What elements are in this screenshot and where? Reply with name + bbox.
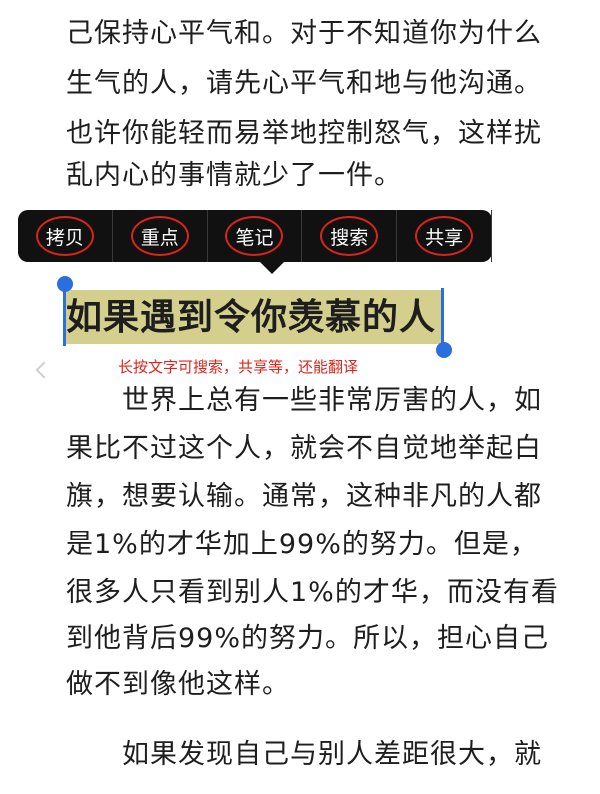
text-line: 生气的人，请先心平气和地与他沟通。 — [66, 68, 542, 99]
selected-heading[interactable]: 如果遇到令你羡慕的人 — [66, 296, 436, 340]
text-line: 己保持心平气和。对于不知道你为什么 — [66, 18, 542, 49]
copy-label: 拷贝 — [45, 226, 84, 249]
share-button[interactable]: 共享 — [397, 210, 492, 262]
share-label: 共享 — [425, 226, 464, 249]
text-line: 很多人只看到别人1%的才华，而没有看 — [66, 577, 559, 608]
search-label: 搜索 — [330, 226, 369, 249]
selection-end-bar — [441, 288, 444, 348]
menu-pointer — [260, 262, 284, 274]
text-line: 也许你能轻而易举地控制怒气，这样扰 — [66, 118, 542, 149]
hint-annotation: 长按文字可搜索，共享等，还能翻译 — [118, 358, 359, 376]
text-line: 乱内心的事情就少了一件。 — [66, 160, 402, 191]
text-line: 是1%的才华加上99%的努力。但是， — [66, 529, 538, 560]
text-line: 世界上总有一些非常厉害的人，如 — [122, 385, 542, 416]
reader-page: 己保持心平气和。对于不知道你为什么 生气的人，请先心平气和地与他沟通。 也许你能… — [0, 0, 600, 794]
text-line: 到他背后99%的努力。所以，担心自己 — [66, 623, 550, 654]
highlight-button[interactable]: 重点 — [113, 210, 208, 262]
note-label: 笔记 — [235, 226, 274, 249]
selection-start-bar — [63, 288, 66, 346]
chevron-left-icon[interactable] — [35, 361, 53, 379]
note-button[interactable]: 笔记 — [208, 210, 303, 262]
selection-end-handle[interactable] — [436, 342, 452, 358]
text-line: 如果发现自己与别人差距很大，就 — [122, 739, 542, 770]
text-line: 果比不过这个人，就会不自觉地举起白 — [66, 433, 542, 464]
text-line: 旗，想要认输。通常，这种非凡的人都 — [66, 481, 542, 512]
copy-button[interactable]: 拷贝 — [18, 210, 113, 262]
highlight-label: 重点 — [140, 226, 179, 249]
text-line: 做不到像他这样。 — [66, 669, 290, 700]
search-button[interactable]: 搜索 — [302, 210, 398, 262]
text-selection-menu: 拷贝 重点 笔记 搜索 共享 — [18, 210, 492, 274]
